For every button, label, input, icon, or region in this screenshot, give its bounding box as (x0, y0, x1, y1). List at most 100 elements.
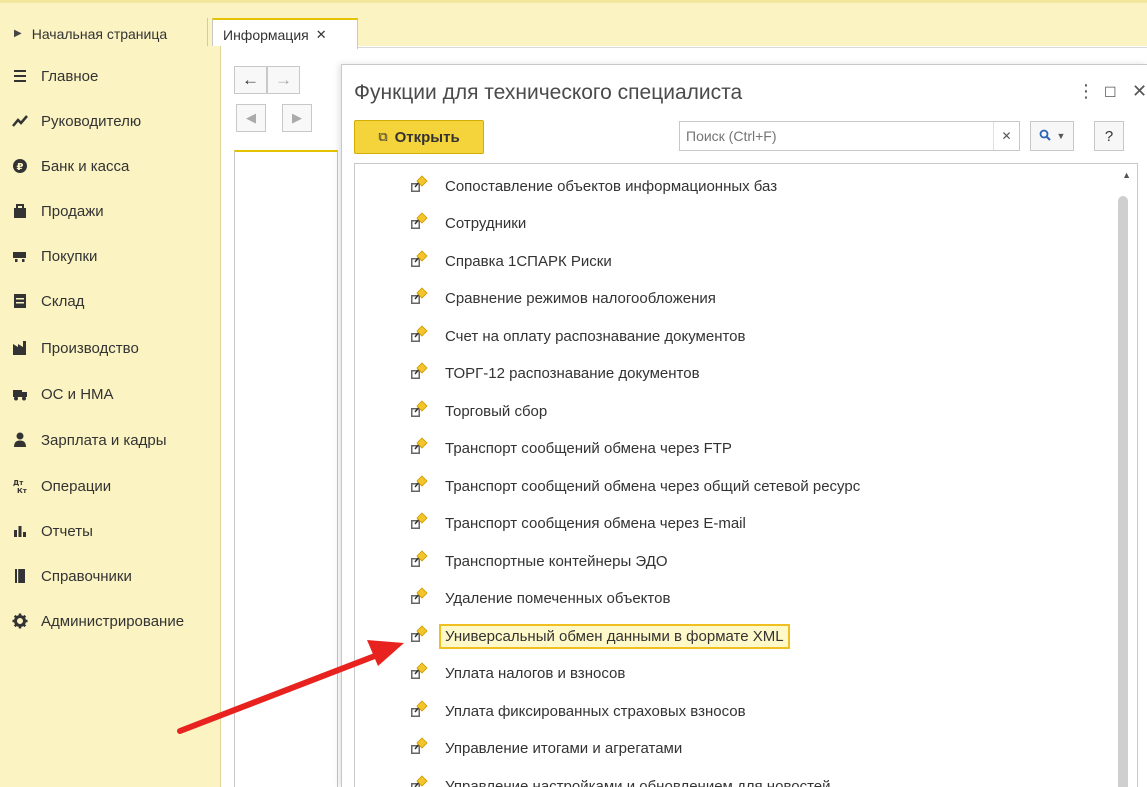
list-item[interactable]: Транспорт сообщения обмена через E-mail (409, 510, 752, 538)
tab-home-label: Начальная страница (31, 25, 168, 42)
sidebar-item-purchases[interactable]: Покупки (0, 236, 221, 276)
list-item[interactable]: ТОРГ-12 распознавание документов (409, 360, 706, 388)
search-icon (1039, 129, 1051, 144)
prev-button[interactable]: ◀ (236, 104, 266, 132)
list-item-label: ТОРГ-12 распознавание документов (445, 365, 700, 382)
sidebar-item-bank[interactable]: ₽ Банк и касса (0, 146, 221, 186)
open-button[interactable]: ⧉ Открыть (354, 120, 484, 154)
arrow-left-icon: ← (242, 70, 259, 89)
list-item-label: Сравнение режимов налогообложения (445, 290, 716, 307)
open-button-label: Открыть (394, 128, 460, 146)
sidebar-item-label: Склад (41, 292, 85, 310)
list-item-label: Уплата налогов и взносов (445, 665, 626, 682)
close-icon[interactable]: ✕ (316, 27, 327, 43)
sidebar-item-label: Производство (41, 339, 139, 357)
sidebar-item-label: Справочники (41, 567, 132, 585)
more-icon[interactable]: ⋮ (1077, 81, 1095, 102)
sidebar-item-catalogs[interactable]: Справочники (0, 556, 221, 596)
list-item[interactable]: Управление настройками и обновлением для… (409, 772, 837, 787)
sidebar-item-label: Операции (41, 477, 112, 495)
list-item[interactable]: Справка 1СПАРК Риски (409, 247, 618, 275)
bag-icon (0, 203, 40, 219)
sidebar-item-reports[interactable]: Отчеты (0, 511, 221, 551)
list-item[interactable]: Сотрудники (409, 210, 532, 238)
sidebar-item-label: ОС и НМА (41, 385, 114, 403)
list-item-label: Счет на оплату распознавание документов (445, 327, 746, 345)
sidebar-item-label: Администрирование (41, 612, 185, 630)
menu-icon (0, 69, 40, 83)
list-item[interactable]: Сопоставление объектов информационных ба… (409, 172, 783, 200)
list-item-label: Универсальный обмен данными в формате XM… (439, 623, 790, 649)
list-item-label: Транспортные контейнеры ЭДО (445, 552, 668, 570)
list-item-label: Транспорт сообщений обмена через FTP (445, 440, 732, 457)
book-icon (0, 568, 40, 584)
sidebar-item-label: Руководителю (41, 112, 142, 130)
list-item-label: Сотрудники (445, 215, 527, 232)
warehouse-icon (0, 293, 40, 309)
scroll-thumb[interactable] (1118, 196, 1128, 787)
tab-home[interactable]: ▶ Начальная страница (4, 18, 208, 49)
list-item-label: Транспорт сообщений обмена через общий с… (445, 477, 861, 495)
search-button[interactable]: ▼ (1030, 121, 1074, 151)
tab-info-label: Информация (223, 26, 309, 43)
sidebar-item-label: Покупки (41, 247, 98, 265)
sidebar-item-warehouse[interactable]: Склад (0, 281, 221, 321)
list-item[interactable]: Транспорт сообщений обмена через общий с… (409, 472, 866, 500)
scrollbar[interactable]: ▲ (1113, 164, 1137, 787)
list-item[interactable]: Удаление помеченных объектов (409, 585, 676, 613)
list-item[interactable]: Уплата налогов и взносов (409, 660, 631, 688)
clear-icon[interactable]: ✕ (993, 122, 1019, 150)
factory-icon (0, 340, 40, 356)
arrow-right-icon: ▶ (14, 28, 22, 39)
person-icon (0, 432, 40, 448)
functions-list: Сопоставление объектов информационных ба… (354, 163, 1138, 787)
scroll-up-icon[interactable]: ▲ (1122, 170, 1131, 180)
forward-button[interactable]: → (267, 66, 300, 94)
background-panel (234, 150, 338, 787)
svg-text:Дт: Дт (13, 479, 24, 487)
list-item[interactable]: Счет на оплату распознавание документов (409, 322, 752, 350)
list-item-label: Управление настройками и обновлением для… (445, 777, 831, 787)
help-button[interactable]: ? (1094, 121, 1124, 151)
truck-icon (0, 387, 40, 401)
maximize-icon[interactable]: ☐ (1104, 84, 1117, 101)
sidebar-item-assets[interactable]: ОС и НМА (0, 374, 221, 414)
cart-icon (0, 249, 40, 263)
sidebar-item-production[interactable]: Производство (0, 328, 221, 368)
search-input[interactable] (680, 123, 980, 149)
sidebar-item-salary[interactable]: Зарплата и кадры (0, 420, 221, 460)
list-item-label: Управление итогами и агрегатами (445, 740, 683, 757)
trend-icon (0, 114, 40, 128)
sidebar-item-label: Главное (41, 67, 99, 85)
sidebar-item-label: Отчеты (41, 522, 93, 540)
close-icon[interactable]: ✕ (1132, 81, 1147, 102)
sidebar: Главное Руководителю ₽ Банк и касса Прод… (0, 46, 221, 787)
sidebar-item-manager[interactable]: Руководителю (0, 101, 221, 141)
list-item[interactable]: Сравнение режимов налогообложения (409, 285, 722, 313)
sidebar-item-sales[interactable]: Продажи (0, 191, 221, 231)
sidebar-item-main[interactable]: Главное (0, 56, 221, 96)
tab-info[interactable]: Информация ✕ (212, 18, 358, 49)
gear-icon (0, 613, 40, 629)
background-form: ← → ◀ ▶ (222, 46, 342, 787)
list-item[interactable]: Управление итогами и агрегатами (409, 735, 688, 763)
chevron-down-icon: ▼ (1056, 131, 1066, 141)
next-button[interactable]: ▶ (282, 104, 312, 132)
list-item[interactable]: Торговый сбор (409, 397, 553, 425)
arrow-right-icon: → (275, 70, 292, 89)
list-item[interactable]: Универсальный обмен данными в формате XM… (409, 622, 790, 650)
functions-dialog: Функции для технического специалиста ⋮ ☐… (341, 64, 1147, 787)
back-button[interactable]: ← (234, 66, 267, 94)
list-item[interactable]: Уплата фиксированных страховых взносов (409, 697, 752, 725)
list-item[interactable]: Транспорт сообщений обмена через FTP (409, 435, 738, 463)
list-item-label: Торговый сбор (445, 402, 548, 420)
list-item[interactable]: Транспортные контейнеры ЭДО (409, 547, 674, 575)
sidebar-item-operations[interactable]: Дт Кт Операции (0, 466, 221, 506)
svg-text:Кт: Кт (17, 487, 28, 494)
bar-chart-icon (0, 524, 40, 538)
dialog-title: Функции для технического специалиста (354, 81, 743, 104)
tab-bar: ▶ Начальная страница Информация ✕ (0, 0, 1147, 49)
sidebar-item-admin[interactable]: Администрирование (0, 601, 221, 641)
list-item-label: Справка 1СПАРК Риски (445, 252, 612, 270)
open-window-icon: ⧉ (378, 129, 388, 144)
